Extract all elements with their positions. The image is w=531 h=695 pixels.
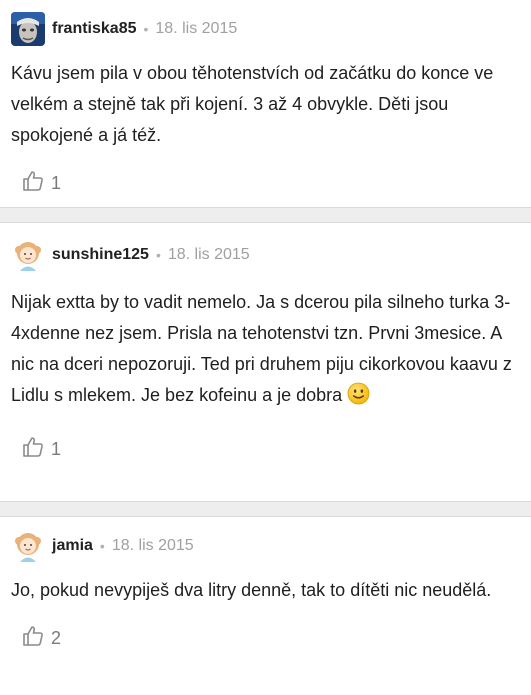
comment-date: 18. lis 2015 <box>111 537 194 554</box>
girl-avatar-icon <box>11 529 45 563</box>
thumbs-up-icon <box>21 624 45 653</box>
comment-date: 18. lis 2015 <box>167 246 250 263</box>
username[interactable]: sunshine125 <box>52 246 149 264</box>
like-count: 1 <box>51 172 62 193</box>
comment-date: 18. lis 2015 <box>155 20 238 37</box>
comment-divider <box>0 501 531 517</box>
avatar[interactable] <box>11 12 45 46</box>
like-count: 2 <box>51 627 62 648</box>
comment-text: Nijak extta by to vadit nemelo. Ja s dce… <box>11 287 516 415</box>
username[interactable]: frantiska85 <box>52 20 137 38</box>
like-button[interactable]: 1 <box>21 425 519 473</box>
comment-header: frantiska85 • 18. lis 2015 <box>11 0 519 58</box>
comment-header: jamia • 18. lis 2015 <box>11 517 519 575</box>
comment-text: Jo, pokud nevypiješ dva litry denně, tak… <box>11 580 492 600</box>
comment: jamia • 18. lis 2015 Jo, pokud nevypiješ… <box>0 517 531 695</box>
comment-text-body: Nijak extta by to vadit nemelo. Ja s dce… <box>11 292 512 405</box>
thumbs-up-icon <box>21 169 45 198</box>
comment: sunshine125 • 18. lis 2015 Nijak extta b… <box>0 223 531 501</box>
like-button[interactable]: 2 <box>21 614 519 662</box>
like-count: 1 <box>51 438 62 459</box>
slightly-smiling-face-icon <box>347 382 370 415</box>
avatar[interactable] <box>11 529 45 563</box>
avatar-photo-icon <box>11 12 45 46</box>
comment: frantiska85 • 18. lis 2015 Kávu jsem pil… <box>0 0 531 207</box>
girl-avatar-icon <box>11 238 45 272</box>
comment-text: Kávu jsem pila v obou těhotenstvích od z… <box>11 63 494 145</box>
meta-separator: • <box>155 247 161 263</box>
username[interactable]: jamia <box>52 537 93 555</box>
comment-divider <box>0 207 531 223</box>
comment-header: sunshine125 • 18. lis 2015 <box>11 223 519 287</box>
like-button[interactable]: 1 <box>21 159 519 207</box>
meta-separator: • <box>99 538 105 554</box>
thumbs-up-icon <box>21 435 45 464</box>
avatar[interactable] <box>11 238 45 272</box>
meta-separator: • <box>143 21 149 37</box>
